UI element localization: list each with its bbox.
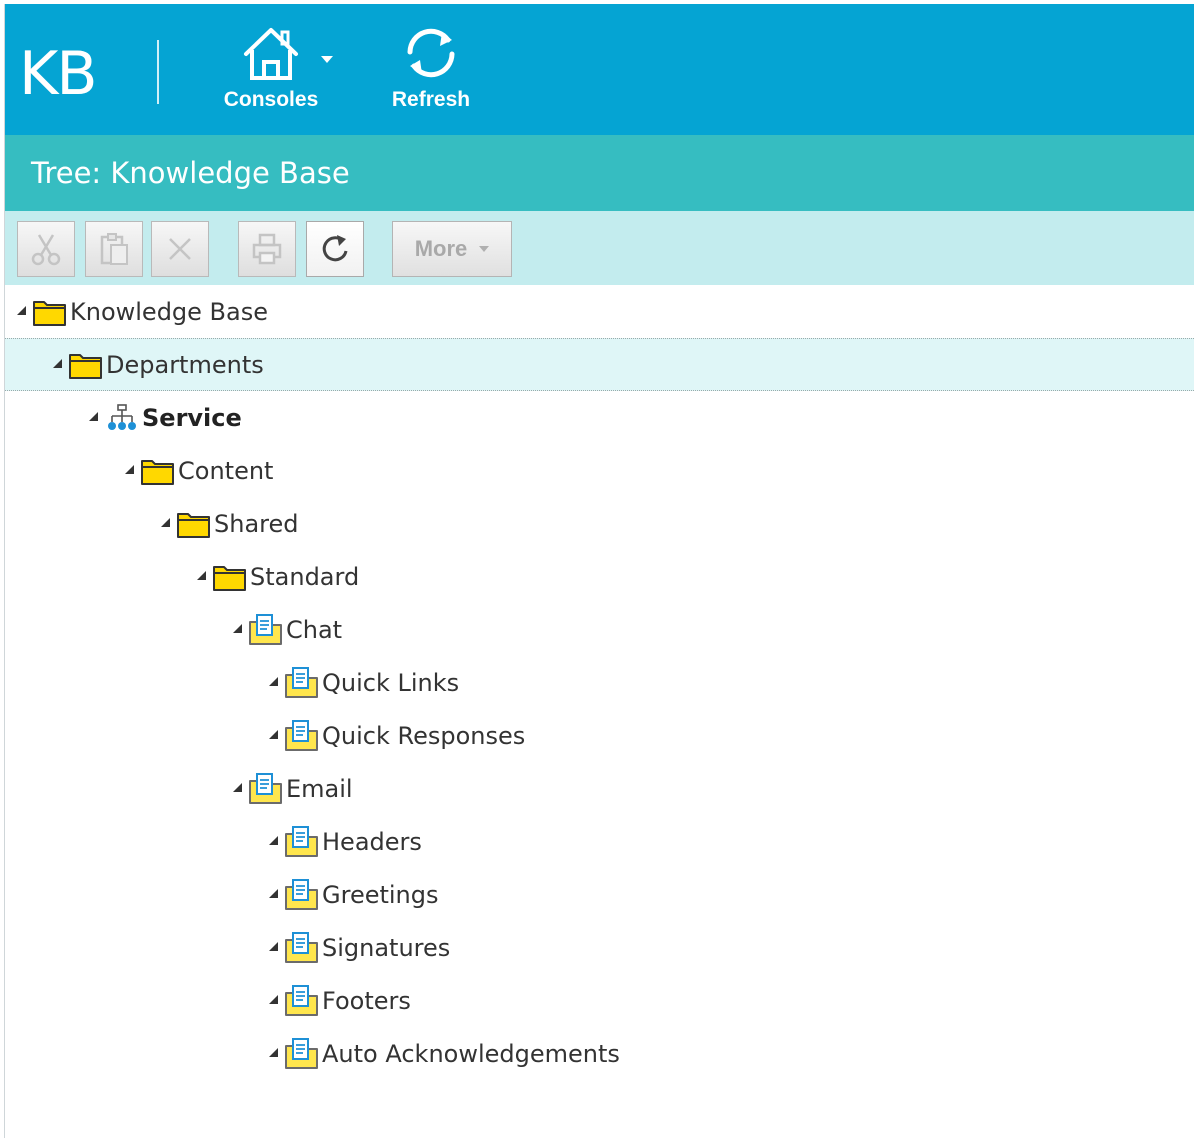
tree-node-label: Greetings: [322, 880, 439, 909]
expand-arrow-icon[interactable]: [89, 412, 98, 421]
tree-node-label: Departments: [106, 350, 264, 379]
tree-node[interactable]: Quick Links: [5, 656, 1194, 709]
cut-button[interactable]: [17, 221, 75, 277]
tree-node[interactable]: Quick Responses: [5, 709, 1194, 762]
toolbar: More: [5, 211, 1194, 285]
expand-arrow-icon[interactable]: [197, 571, 206, 580]
expand-arrow-icon[interactable]: [269, 730, 278, 739]
tree-node-label: Auto Acknowledgements: [322, 1039, 620, 1068]
tree-node[interactable]: Email: [5, 762, 1194, 815]
tree-node-label: Quick Responses: [322, 721, 526, 750]
tree-node-label: Signatures: [322, 933, 451, 962]
refresh-label: Refresh: [391, 88, 471, 111]
expand-arrow-icon[interactable]: [17, 306, 26, 315]
tree-node-label: Chat: [286, 615, 343, 644]
refresh-icon: [407, 28, 455, 78]
tree-node-label: Knowledge Base: [70, 297, 268, 326]
expand-arrow-icon[interactable]: [269, 836, 278, 845]
tree-node[interactable]: Greetings: [5, 868, 1194, 921]
printer-icon: [252, 233, 282, 265]
paste-button[interactable]: [85, 221, 143, 277]
tree-node-label: Quick Links: [322, 668, 460, 697]
clipboard-icon: [100, 233, 128, 265]
expand-arrow-icon[interactable]: [233, 624, 242, 633]
top-header: KB Consoles Refresh: [5, 4, 1194, 135]
expand-arrow-icon[interactable]: [269, 995, 278, 1004]
expand-arrow-icon[interactable]: [269, 942, 278, 951]
refresh-header-button[interactable]: Refresh: [387, 24, 475, 112]
tree-node[interactable]: Auto Acknowledgements: [5, 1027, 1194, 1080]
article-folder-icon: [284, 931, 320, 964]
folder-icon: [212, 561, 248, 593]
refresh-icon: [322, 235, 348, 262]
tree-node[interactable]: Signatures: [5, 921, 1194, 974]
page-title: Tree: Knowledge Base: [5, 135, 1194, 211]
tree-node-label: Shared: [214, 509, 299, 538]
expand-arrow-icon[interactable]: [269, 1048, 278, 1057]
tree-view: Knowledge Base Departments Service Content S…: [5, 285, 1194, 1080]
header-divider: [157, 40, 159, 104]
home-icon: [244, 28, 298, 80]
tree-node[interactable]: Standard: [5, 550, 1194, 603]
tree-node[interactable]: Knowledge Base: [5, 285, 1194, 338]
app-logo: KB: [19, 39, 98, 109]
expand-arrow-icon[interactable]: [53, 359, 62, 368]
folder-icon: [68, 349, 104, 381]
article-folder-icon: [284, 825, 320, 858]
tree-node[interactable]: Departments: [5, 338, 1194, 391]
more-label: More: [414, 236, 468, 261]
article-folder-icon: [284, 878, 320, 911]
tree-node[interactable]: Headers: [5, 815, 1194, 868]
department-icon: [104, 402, 140, 434]
folder-icon: [140, 455, 176, 487]
scissors-icon: [31, 234, 61, 266]
expand-arrow-icon[interactable]: [269, 677, 278, 686]
chevron-down-icon: [321, 56, 333, 63]
tree-node-label: Service: [142, 403, 242, 432]
tree-node[interactable]: Shared: [5, 497, 1194, 550]
tree-node[interactable]: Chat: [5, 603, 1194, 656]
tree-node-label: Content: [178, 456, 274, 485]
article-folder-icon: [284, 666, 320, 699]
article-folder-icon: [248, 613, 284, 646]
tree-node-label: Footers: [322, 986, 411, 1015]
article-folder-icon: [284, 984, 320, 1017]
expand-arrow-icon[interactable]: [125, 465, 134, 474]
consoles-button[interactable]: Consoles: [211, 24, 333, 112]
tree-node-label: Standard: [250, 562, 360, 591]
tree-node[interactable]: Footers: [5, 974, 1194, 1027]
close-icon: [169, 238, 191, 260]
article-folder-icon: [248, 772, 284, 805]
article-folder-icon: [284, 719, 320, 752]
more-button[interactable]: More: [392, 221, 512, 277]
app-window: KB Consoles Refresh Tree: Knowledge Base: [4, 4, 1194, 1138]
folder-icon: [176, 508, 212, 540]
expand-arrow-icon[interactable]: [269, 889, 278, 898]
tree-node-label: Email: [286, 774, 353, 803]
consoles-label: Consoles: [223, 88, 319, 111]
refresh-button[interactable]: [306, 221, 364, 277]
expand-arrow-icon[interactable]: [233, 783, 242, 792]
tree-node[interactable]: Content: [5, 444, 1194, 497]
folder-icon: [32, 296, 68, 328]
tree-node[interactable]: Service: [5, 391, 1194, 444]
delete-button[interactable]: [151, 221, 209, 277]
article-folder-icon: [284, 1037, 320, 1070]
tree-node-label: Headers: [322, 827, 422, 856]
chevron-down-icon: [479, 246, 490, 252]
print-button[interactable]: [238, 221, 296, 277]
expand-arrow-icon[interactable]: [161, 518, 170, 527]
